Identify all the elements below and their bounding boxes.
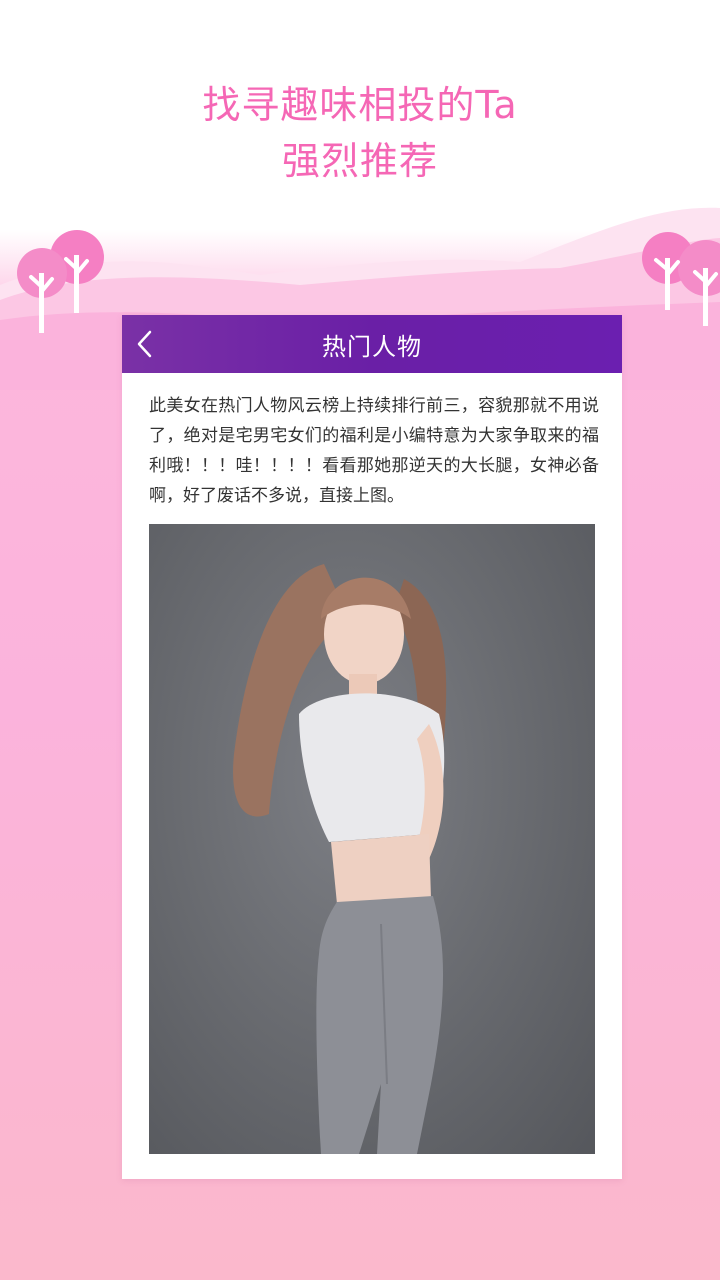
page-title: 热门人物 [322,332,422,361]
back-button[interactable] [128,322,168,366]
tree-right-decoration [642,232,720,326]
phone-screen-card: 热门人物 此美女在热门人物风云榜上持续排行前三，容貌那就不用说了，绝对是宅男宅女… [122,315,622,1179]
promo-headline-line1: 找寻趣味相投的Ta [202,83,518,127]
title-bar: 热门人物 [122,315,622,373]
promo-headline-line2: 强烈推荐 [281,139,438,183]
article-text: 此美女在热门人物风云榜上持续排行前三，容貌那就不用说了，绝对是宅男宅女们的福利是… [149,396,599,506]
portrait-photo [149,524,595,1154]
chevron-left-icon [137,330,152,358]
portrait-illustration [233,564,447,1154]
tree-left-decoration [17,230,104,333]
